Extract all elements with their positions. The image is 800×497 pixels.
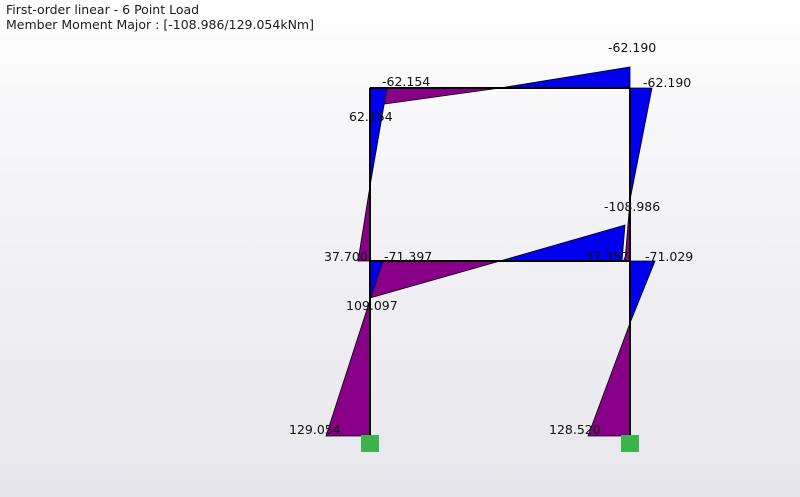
moment-fill-left-lower-col-bottom — [325, 299, 371, 437]
label-top-beam-right: -62.190 — [643, 75, 691, 90]
moment-fill-top-beam-right — [499, 66, 631, 89]
label-left-upper-col-bottom: 37.700 — [324, 249, 368, 264]
label-right-upper-col-bottom: -108.986 — [604, 199, 660, 214]
label-mid-beam-left: -71.397 — [384, 249, 432, 264]
label-top-beam-left: -62.154 — [382, 74, 430, 89]
label-right-base: 128.520 — [549, 422, 601, 437]
fixed-support-icon[interactable] — [361, 435, 379, 452]
moment-fill-left-upper-col-top — [369, 87, 388, 187]
moment-fill-right-lower-col-top — [629, 260, 656, 324]
model-viewport[interactable]: First-order linear - 6 Point Load Member… — [0, 0, 800, 497]
moment-diagram[interactable]: -62.154 -62.190 -62.190 62.154 -108.986 … — [0, 0, 800, 497]
moment-fill-right-lower-col-bottom — [587, 322, 631, 437]
moment-fill-right-upper-col-top — [629, 87, 653, 201]
label-mid-beam-right: -71.029 — [645, 249, 693, 264]
label-left-upper-col-top: 62.154 — [349, 109, 393, 124]
label-left-lower-col-top: 109.097 — [346, 298, 398, 313]
label-top-beam-right-peak: -62.190 — [608, 40, 656, 55]
moment-fill-mid-beam-left — [369, 260, 501, 299]
label-left-base: 129.054 — [289, 422, 341, 437]
label-mid-beam-right-end: 37.357 — [585, 249, 629, 264]
fixed-support-icon[interactable] — [621, 435, 639, 452]
moment-fill-top-beam-left — [369, 87, 501, 107]
